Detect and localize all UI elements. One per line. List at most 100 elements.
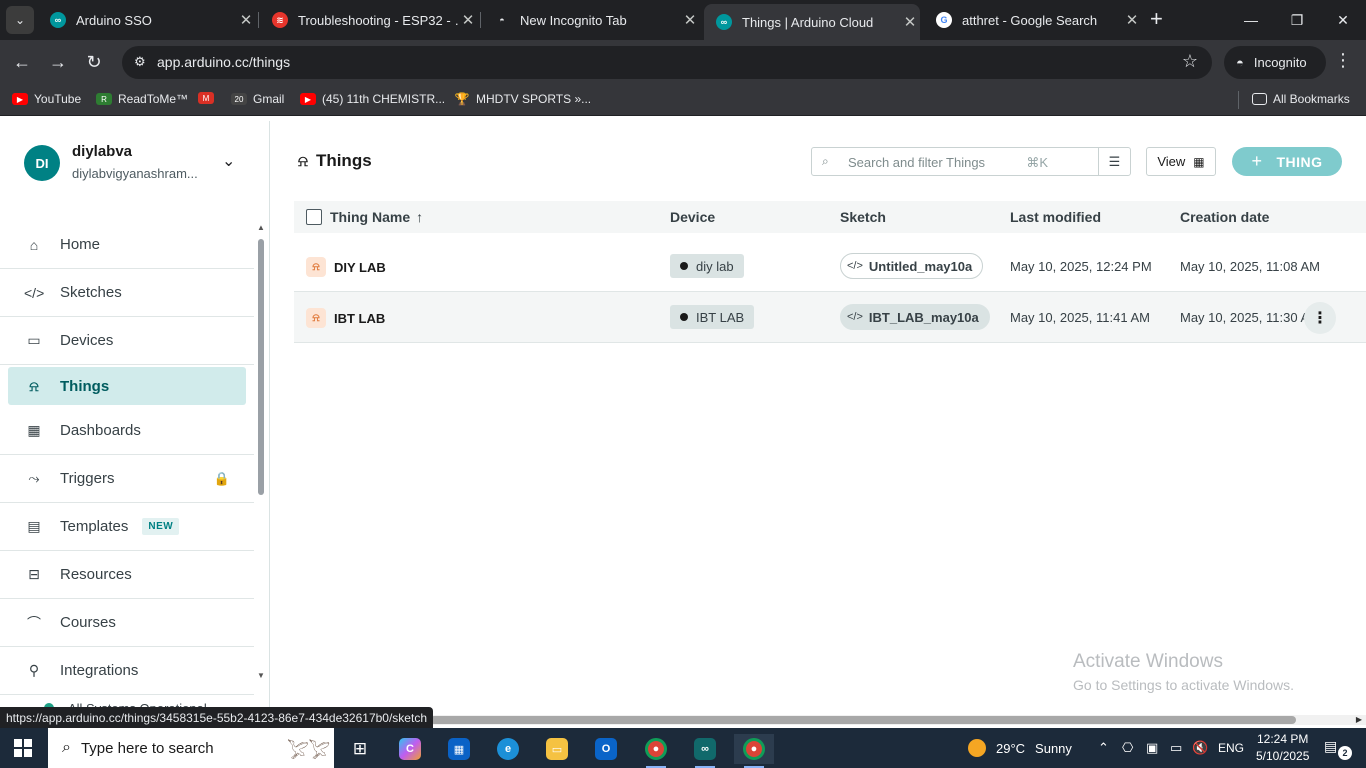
table-header: Thing Name ↑ Device Sketch Last modified … [294,201,1366,233]
device-name: IBT LAB [696,309,745,325]
close-icon[interactable]: ✕ [1122,11,1142,29]
bookmark-gmail[interactable]: 20 Gmail [231,92,284,106]
microsoft-store-icon[interactable]: ▦ [439,734,479,764]
scrollbar-thumb[interactable] [430,716,1296,724]
address-bar[interactable]: ⚙ app.arduino.cc/things ☆ [122,46,1212,79]
sketch-chip[interactable]: </> IBT_LAB_may10a [840,304,990,330]
sidebar-item-integrations[interactable]: ⚲ Integrations [0,647,254,695]
minimize-button[interactable]: — [1228,0,1274,40]
all-bookmarks-button[interactable]: All Bookmarks [1252,92,1350,106]
chevron-down-icon[interactable]: ⌄ [222,151,235,171]
weather-widget[interactable]: 29°C Sunny [968,728,1072,768]
browser-menu-icon[interactable]: ⋮ [1334,50,1352,71]
sidebar-item-label: Integrations [60,662,139,679]
chrome-icon[interactable]: ● [636,734,676,768]
bookmark-readtome[interactable]: R ReadToMe™ [96,92,188,106]
sidebar-item-resources[interactable]: ⊟ Resources [0,551,254,599]
sidebar-item-devices[interactable]: ▭ Devices [0,317,254,365]
chrome-incognito-icon[interactable]: ● [734,734,774,768]
tab-arduino-sso[interactable]: ∞ Arduino SSO ✕ [38,6,256,34]
sidebar-scrollbar[interactable] [258,239,264,495]
clock[interactable]: 12:24 PM 5/10/2025 [1256,731,1309,765]
horizontal-scrollbar[interactable]: ▶ [270,715,1366,725]
volume-muted-icon[interactable]: 🔇 [1192,728,1208,768]
tab-search-button[interactable]: ⌄ [6,6,34,34]
new-tab-button[interactable]: + [1150,8,1163,30]
add-thing-button[interactable]: + THING [1232,147,1342,176]
scroll-up-arrow[interactable]: ▲ [257,223,265,232]
scroll-right-arrow[interactable]: ▶ [1356,715,1362,724]
sidebar-item-things[interactable]: ⍾ Things [8,367,246,405]
incognito-indicator[interactable]: ◓ Incognito [1224,46,1326,79]
sidebar-item-sketches[interactable]: </> Sketches [0,269,254,317]
column-last-modified[interactable]: Last modified [1010,209,1101,225]
book-icon: ⊟ [28,566,40,582]
site-info-icon[interactable]: ⚙ [134,54,146,70]
copilot-icon[interactable]: C [390,734,430,764]
close-icon[interactable]: ✕ [458,11,478,29]
taskbar-search-placeholder: Type here to search [80,739,214,757]
back-button[interactable]: ← [10,50,34,74]
address-text[interactable]: app.arduino.cc/things [157,54,290,70]
close-icon[interactable]: ✕ [900,13,920,31]
sketch-chip[interactable]: </> Untitled_may10a [840,253,984,279]
tab-troubleshooting[interactable]: ≋ Troubleshooting - ESP32 - … ✕ [260,6,478,34]
tab-new-incognito[interactable]: ◓ New Incognito Tab ✕ [482,6,700,34]
bookmark-label: (45) 11th CHEMISTR... [322,92,446,106]
forward-button[interactable]: → [46,50,70,74]
sidebar-item-templates[interactable]: ▤ Templates NEW [0,503,254,551]
table-row[interactable]: ⍾ IBT LAB IBT LAB </> IBT_LAB_may10a May… [294,292,1366,343]
search-icon: ⌕ [62,739,71,756]
column-creation-date[interactable]: Creation date [1180,209,1269,225]
reload-button[interactable]: ↻ [82,50,106,74]
taskbar-search[interactable]: ⌕ Type here to search 𓅯𓅯 [48,728,334,768]
network-icon[interactable]: ▭ [1170,728,1182,768]
account-email: diylabvigyanashram... [72,166,198,181]
tab-things-arduino-cloud[interactable]: ∞ Things | Arduino Cloud ✕ [704,4,920,40]
bookmark-star-icon[interactable]: ☆ [1182,51,1198,72]
start-button[interactable] [14,739,32,757]
column-thing-name[interactable]: Thing Name ↑ [330,209,423,225]
thing-name-cell[interactable]: ⍾ DIY LAB [306,257,386,277]
bookmark-youtube[interactable]: ▶ YouTube [12,92,81,106]
edge-icon[interactable]: e [488,734,528,764]
close-icon[interactable]: ✕ [236,11,256,29]
sidebar-item-label: Triggers [60,470,115,487]
security-icon[interactable]: ▣ [1146,728,1158,768]
last-modified-cell: May 10, 2025, 12:24 PM [1010,259,1152,274]
close-icon[interactable]: ✕ [680,11,700,29]
tab-google-search[interactable]: G atthret - Google Search ✕ [924,6,1142,34]
show-hidden-icons[interactable]: ⌃ [1098,728,1109,768]
row-more-menu-icon[interactable]: ⋮ [1304,302,1336,334]
thing-name-cell[interactable]: ⍾ IBT LAB [306,308,385,328]
scroll-down-arrow[interactable]: ▼ [257,671,265,680]
device-chip[interactable]: IBT LAB [670,305,755,329]
filter-icon[interactable]: ☰ [1098,148,1130,175]
graduation-cap-icon: ⌒ [27,614,41,631]
device-chip[interactable]: diy lab [670,254,744,278]
column-device[interactable]: Device [670,209,715,225]
restore-button[interactable]: ❐ [1274,0,1320,40]
language-indicator[interactable]: ENG [1218,728,1244,768]
sidebar-item-triggers[interactable]: ⤳ Triggers 🔒 [0,455,254,503]
account-switcher[interactable]: DI diylabva diylabvigyanashram... ⌄ [24,141,254,187]
sidebar-item-courses[interactable]: ⌒ Courses [0,599,254,647]
sidebar-item-home[interactable]: ⌂ Home [0,221,254,269]
select-all-checkbox[interactable] [306,209,322,225]
table-row[interactable]: ⍾ DIY LAB diy lab </> Untitled_may10a Ma… [294,241,1366,292]
meet-now-icon[interactable]: ⎔ [1122,728,1133,768]
sidebar-item-dashboards[interactable]: ▦ Dashboards [0,407,254,455]
arduino-ide-icon[interactable]: ∞ [685,734,725,768]
file-explorer-icon[interactable]: ▭ [537,734,577,764]
outlook-icon[interactable]: O [586,734,626,764]
search-input[interactable]: ⌕ Search and filter Things ⌘K ☰ [811,147,1131,176]
column-sketch[interactable]: Sketch [840,209,886,225]
task-view-icon[interactable]: ⊞ [340,734,380,764]
incognito-icon: ◓ [1236,55,1244,70]
bookmark-chemistry[interactable]: ▶ (45) 11th CHEMISTR... [300,92,445,106]
bookmark-gmail-icon-only[interactable]: M [198,92,220,104]
notifications-icon[interactable]: ▤ 2 [1324,738,1352,760]
view-button[interactable]: View ▦ [1146,147,1216,176]
close-window-button[interactable]: ✕ [1320,0,1366,40]
bookmark-mhdtv[interactable]: 🏆 MHDTV SPORTS »... [454,92,592,106]
